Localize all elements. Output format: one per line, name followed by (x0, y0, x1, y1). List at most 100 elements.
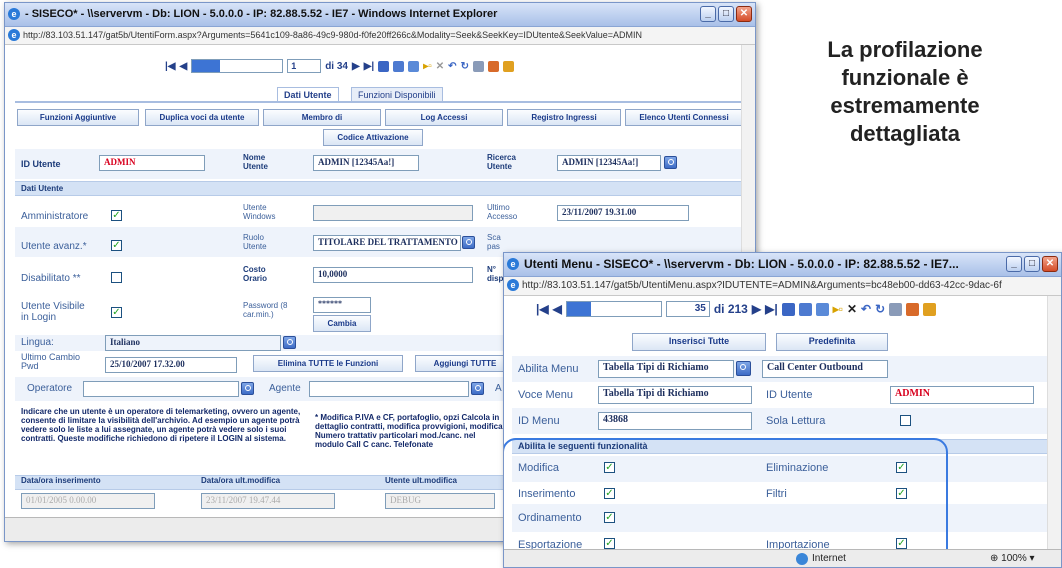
elenco-utenti-button[interactable]: Elenco Utenti Connessi (625, 109, 743, 126)
nome-utente-field[interactable]: ADMIN [12345Aa!] (313, 155, 419, 171)
export-icon[interactable] (502, 60, 514, 72)
front-maximize-button[interactable]: □ (1024, 256, 1040, 272)
predefinita-button[interactable]: Predefinita (776, 333, 888, 351)
id-utente-field-front[interactable]: ADMIN (890, 386, 1034, 404)
ricerca-lookup-icon[interactable] (664, 156, 677, 169)
codice-attivazione-button[interactable]: Codice Attivazione (323, 129, 423, 146)
front-delete-icon[interactable]: ✕ (847, 302, 857, 316)
log-accessi-button[interactable]: Log Accessi (385, 109, 503, 126)
front-window-title: Utenti Menu - SISECO* - \\servervm - Db:… (524, 257, 959, 271)
page-heading: La profilazione funzionale è estremament… (780, 36, 1030, 148)
utente-windows-field[interactable] (313, 205, 473, 221)
utenti-menu-window: e Utenti Menu - SISECO* - \\servervm - D… (503, 252, 1062, 568)
search-icon[interactable] (472, 60, 484, 72)
id-utente-label-front: ID Utente (766, 389, 813, 401)
id-utente-field[interactable]: ADMIN (99, 155, 205, 171)
amministratore-checkbox[interactable]: ✓ (111, 210, 122, 221)
front-last-record-icon[interactable]: ▶| (765, 302, 778, 316)
abilita-menu-field[interactable]: Tabella Tipi di Richiamo (598, 360, 734, 378)
utente-visibile-checkbox[interactable]: ✓ (111, 307, 122, 318)
data-inserimento-label: Data/ora inserimento (21, 476, 101, 485)
front-address-url: http://83.103.51.147/gat5b/UtentiMenu.as… (522, 280, 1002, 291)
page-number-input[interactable]: 1 (287, 59, 322, 73)
ie-logo-icon: e (8, 8, 20, 20)
aggiungi-tutte-button[interactable]: Aggiungi TUTTE (415, 355, 515, 372)
agente-field[interactable] (309, 381, 469, 397)
cambia-button[interactable]: Cambia (313, 315, 371, 332)
data-modifica-label: Data/ora ult.modifica (201, 476, 281, 485)
front-address-bar[interactable]: e http://83.103.51.147/gat5b/UtentiMenu.… (504, 277, 1061, 296)
front-search-icon[interactable] (889, 302, 903, 316)
membro-di-button[interactable]: Membro di (263, 109, 381, 126)
window-title: - SISECO* - \\servervm - Db: LION - 5.0.… (25, 8, 498, 20)
print-icon[interactable] (487, 60, 499, 72)
agente-label: Agente (269, 383, 301, 394)
new-record-icon[interactable]: ▸▫ (423, 61, 432, 72)
maximize-button[interactable]: □ (718, 6, 734, 22)
save-icon[interactable] (378, 60, 390, 72)
lingua-field[interactable]: Italiano (105, 335, 281, 351)
voce-menu-field[interactable]: Tabella Tipi di Richiamo (598, 386, 752, 404)
operatore-lookup-icon[interactable] (241, 382, 254, 395)
ruolo-field[interactable]: TITOLARE DEL TRATTAMENTO (313, 235, 461, 251)
minimize-button[interactable]: _ (700, 6, 716, 22)
undo-icon[interactable]: ↶ (448, 61, 456, 72)
inserisci-tutte-button[interactable]: Inserisci Tutte (632, 333, 766, 351)
ruolo-lookup-icon[interactable] (462, 236, 475, 249)
last-record-icon[interactable]: ▶| (364, 61, 375, 72)
front-minimize-button[interactable]: _ (1006, 256, 1022, 272)
copy-icon[interactable] (408, 60, 420, 72)
front-refresh-icon[interactable]: ↻ (875, 302, 885, 316)
ultimo-cambio-field[interactable]: 25/10/2007 17.32.00 (105, 357, 237, 373)
delete-icon[interactable]: ✕ (436, 61, 444, 72)
duplica-voci-button[interactable]: Duplica voci da utente (145, 109, 259, 126)
front-print-icon[interactable] (906, 302, 920, 316)
call-center-field[interactable]: Call Center Outbound (762, 360, 888, 378)
zoom-level[interactable]: ⊕ 100% ▾ (990, 553, 1035, 564)
disabilitato-checkbox[interactable] (111, 272, 122, 283)
save-new-icon[interactable] (393, 60, 405, 72)
ultimo-accesso-field[interactable]: 23/11/2007 19.31.00 (557, 205, 689, 221)
heading-line-4: dettagliata (849, 121, 961, 146)
ricerca-utente-field[interactable]: ADMIN [12345Aa!] (557, 155, 661, 171)
front-scrollbar-vertical[interactable] (1047, 296, 1061, 551)
record-progress (191, 59, 284, 73)
sola-lettura-label: Sola Lettura (766, 415, 826, 427)
next-record-icon[interactable]: ▶ (352, 61, 360, 72)
front-export-icon[interactable] (923, 302, 937, 316)
lingua-lookup-icon[interactable] (283, 336, 296, 349)
front-close-button[interactable]: ✕ (1042, 256, 1058, 272)
front-save-icon[interactable] (781, 302, 795, 316)
first-record-icon[interactable]: |◀ (165, 61, 176, 72)
front-save-new-icon[interactable] (798, 302, 812, 316)
close-button[interactable]: ✕ (736, 6, 752, 22)
dati-utente-section: Dati Utente (15, 181, 750, 196)
front-page-number-input[interactable]: 35 (665, 301, 710, 317)
costo-orario-field[interactable]: 10,0000 (313, 267, 473, 283)
address-bar[interactable]: e http://83.103.51.147/gat5b/UtentiForm.… (5, 27, 755, 45)
front-prev-record-icon[interactable]: ◀ (553, 302, 562, 316)
title-bar: e - SISECO* - \\servervm - Db: LION - 5.… (5, 3, 755, 27)
front-undo-icon[interactable]: ↶ (861, 302, 871, 316)
elimina-tutte-button[interactable]: Elimina TUTTE le Funzioni (253, 355, 403, 372)
sola-lettura-checkbox[interactable] (900, 415, 911, 426)
operatore-field[interactable] (83, 381, 239, 397)
utente-avanz-checkbox[interactable]: ✓ (111, 240, 122, 251)
funzioni-aggiuntive-button[interactable]: Funzioni Aggiuntive (17, 109, 139, 126)
front-first-record-icon[interactable]: |◀ (536, 302, 549, 316)
agente-lookup-icon[interactable] (471, 382, 484, 395)
front-copy-icon[interactable] (815, 302, 829, 316)
voce-menu-label: Voce Menu (518, 389, 574, 401)
ultimo-accesso-label: Ultimo Accesso (487, 203, 518, 221)
tab-funzioni-disponibili[interactable]: Funzioni Disponibili (351, 87, 443, 102)
tab-dati-utente[interactable]: Dati Utente (277, 87, 339, 102)
refresh-icon[interactable]: ↻ (461, 61, 469, 72)
zoom-value: 100% (1001, 553, 1027, 564)
id-menu-field[interactable]: 43868 (598, 412, 752, 430)
front-next-record-icon[interactable]: ▶ (752, 302, 761, 316)
front-new-record-icon[interactable]: ▸▫ (833, 302, 843, 316)
prev-record-icon[interactable]: ◀ (180, 61, 188, 72)
registro-ingressi-button[interactable]: Registro Ingressi (507, 109, 621, 126)
abilita-lookup-icon[interactable] (736, 361, 751, 376)
password-field[interactable]: ****** (313, 297, 371, 313)
